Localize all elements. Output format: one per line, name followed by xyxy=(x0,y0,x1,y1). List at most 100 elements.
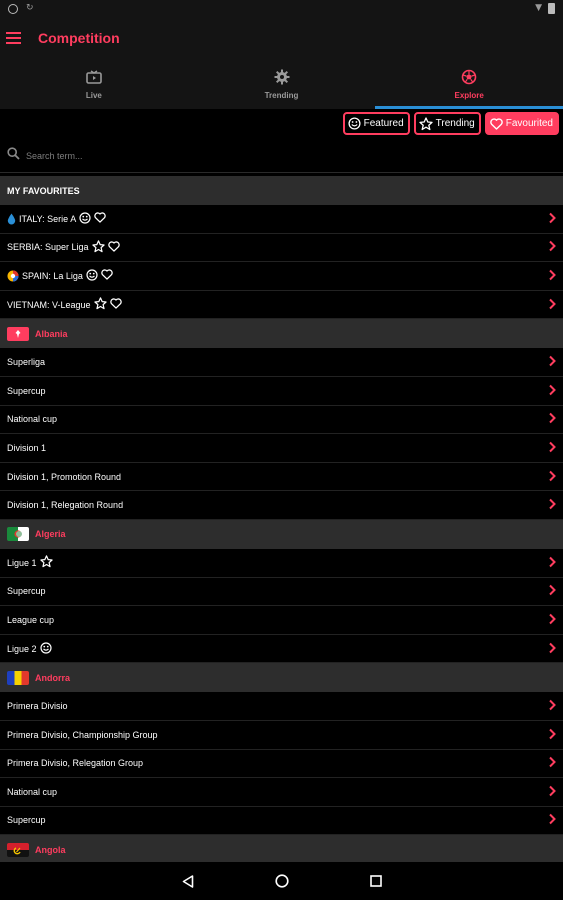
list-item-label: Division 1, Relegation Round xyxy=(7,500,124,511)
list-item[interactable]: Ligue 2 xyxy=(0,635,563,664)
trophy-icon xyxy=(274,68,290,86)
chevron-right-icon xyxy=(549,814,556,827)
drop-icon xyxy=(7,213,16,225)
tab-explore[interactable]: Explore xyxy=(375,58,563,109)
country-name: Albania xyxy=(35,328,68,339)
star-icon xyxy=(93,297,107,312)
app-bar: Competition xyxy=(0,18,563,58)
chevron-right-icon xyxy=(549,556,556,569)
list-item-label: ITALY: Serie A xyxy=(19,213,77,224)
andorra-flag-icon xyxy=(7,670,29,685)
list-item-label: Primera Divisio, Relegation Group xyxy=(7,758,144,769)
country-header-andorra[interactable]: Andorra xyxy=(0,663,563,693)
smile-icon xyxy=(86,269,98,283)
search-input[interactable] xyxy=(26,151,426,161)
chevron-right-icon xyxy=(549,642,556,655)
list-item[interactable]: League cup xyxy=(0,606,563,635)
list-item[interactable]: National cup xyxy=(0,778,563,807)
tab-explore-label: Explore xyxy=(454,90,484,100)
list-item[interactable]: Superliga xyxy=(0,348,563,377)
list-item-label: Supercup xyxy=(7,586,46,597)
list-item[interactable]: National cup xyxy=(0,406,563,435)
list-item[interactable]: Ligue 1 xyxy=(0,549,563,578)
chevron-right-icon xyxy=(549,355,556,369)
recents-icon[interactable] xyxy=(364,869,388,893)
list-item[interactable]: Primera Divisio, Relegation Group xyxy=(0,750,563,779)
list-item-label: Supercup xyxy=(7,815,46,826)
list-item[interactable]: Division 1, Promotion Round xyxy=(0,463,563,492)
featured-filter-button[interactable]: Featured xyxy=(342,112,410,135)
star-icon xyxy=(39,555,53,570)
trending-filter-label: Trending xyxy=(435,118,475,129)
list-item-label: National cup xyxy=(7,414,58,425)
country-name: Angola xyxy=(35,844,66,855)
list-item-label: Primera Divisio xyxy=(7,701,68,712)
tab-trending-label: Trending xyxy=(264,90,299,100)
heart-icon xyxy=(490,117,503,130)
competition-list: MY FAVOURITES ITALY: Serie A SERBIA: Sup… xyxy=(0,176,563,865)
list-item-label: Superliga xyxy=(7,357,46,368)
list-item-label: Ligue 2 xyxy=(7,643,37,654)
heart-icon[interactable] xyxy=(101,269,113,282)
smile-icon xyxy=(348,117,361,130)
angola-flag-icon xyxy=(7,842,29,857)
tab-trending[interactable]: Trending xyxy=(188,58,376,109)
tab-live-label: Live xyxy=(85,90,102,100)
tab-bar: Live Trending Explore xyxy=(0,58,563,109)
smile-icon xyxy=(79,212,91,226)
country-header-albania[interactable]: Albania xyxy=(0,319,563,349)
chevron-right-icon xyxy=(549,241,556,254)
list-item-label: Supercup xyxy=(7,385,46,396)
chevron-right-icon xyxy=(549,212,556,225)
favourited-filter-button[interactable]: Favourited xyxy=(484,112,559,135)
system-nav-bar xyxy=(0,862,563,900)
list-item-label: Division 1, Promotion Round xyxy=(7,471,122,482)
list-item[interactable]: Division 1, Relegation Round xyxy=(0,491,563,520)
favourites-header: MY FAVOURITES xyxy=(0,176,563,205)
chevron-right-icon xyxy=(549,384,556,397)
list-item[interactable]: Supercup xyxy=(0,807,563,836)
status-bar: ↻ ▼ xyxy=(0,0,563,18)
list-item[interactable]: Supercup xyxy=(0,578,563,607)
tab-live[interactable]: Live xyxy=(0,58,188,109)
heart-icon[interactable] xyxy=(109,298,122,311)
list-item-label: SPAIN: La Liga xyxy=(22,270,83,281)
hamburger-menu-icon[interactable] xyxy=(6,18,36,58)
chevron-right-icon xyxy=(549,785,556,798)
list-item-favourite[interactable]: ITALY: Serie A xyxy=(0,205,563,234)
sync-icon: ↻ xyxy=(26,3,34,13)
list-item[interactable]: Supercup xyxy=(0,377,563,406)
laliga-logo-icon xyxy=(7,270,19,282)
heart-icon[interactable] xyxy=(107,241,120,254)
list-item-label: SERBIA: Super Liga xyxy=(7,242,89,253)
notification-icon xyxy=(8,3,18,14)
list-item-label: Primera Divisio, Championship Group xyxy=(7,729,158,740)
list-item-favourite[interactable]: VIETNAM: V-League xyxy=(0,291,563,320)
list-item-label: Ligue 1 xyxy=(7,557,37,568)
list-item-label: National cup xyxy=(7,786,58,797)
list-item[interactable]: Primera Divisio, Championship Group xyxy=(0,721,563,750)
list-item-favourite[interactable]: SPAIN: La Liga xyxy=(0,262,563,291)
chevron-right-icon xyxy=(549,298,556,311)
list-item[interactable]: Division 1 xyxy=(0,434,563,463)
featured-filter-label: Featured xyxy=(363,118,404,129)
country-header-angola[interactable]: Angola xyxy=(0,835,563,865)
chevron-right-icon xyxy=(549,757,556,770)
favourited-filter-label: Favourited xyxy=(505,118,553,129)
chevron-right-icon xyxy=(549,585,556,598)
soccer-ball-icon xyxy=(461,68,477,86)
search-bar xyxy=(0,140,563,173)
star-icon xyxy=(418,116,433,131)
heart-icon[interactable] xyxy=(94,212,106,225)
home-icon[interactable] xyxy=(270,869,294,893)
back-icon[interactable] xyxy=(176,869,200,893)
chevron-right-icon xyxy=(549,413,556,426)
list-item[interactable]: Primera Divisio xyxy=(0,692,563,721)
chevron-right-icon xyxy=(549,699,556,713)
country-header-algeria[interactable]: Algeria xyxy=(0,519,563,549)
algeria-flag-icon xyxy=(7,527,29,542)
favourites-header-label: MY FAVOURITES xyxy=(7,185,80,196)
trending-filter-button[interactable]: Trending xyxy=(413,112,481,135)
list-item-favourite[interactable]: SERBIA: Super Liga xyxy=(0,234,563,263)
list-item-label: VIETNAM: V-League xyxy=(7,299,91,310)
